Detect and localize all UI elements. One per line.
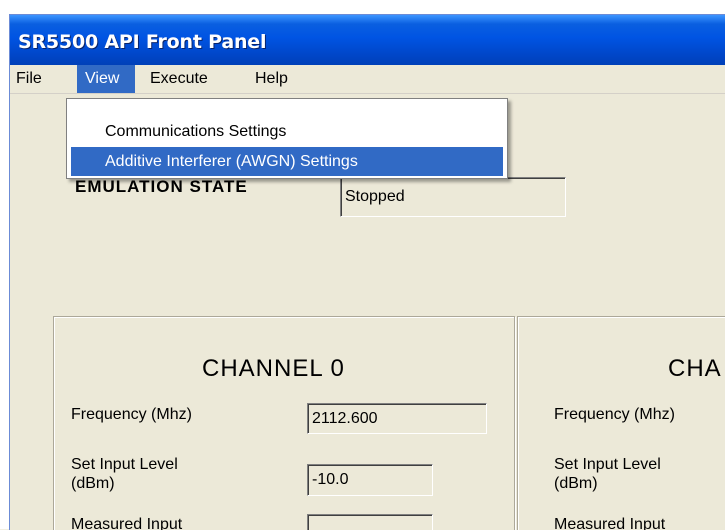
channel-0-measured-input-field — [307, 514, 433, 530]
menu-help[interactable]: Help — [250, 65, 293, 93]
channel-1-input-level-label: Set Input Level (dBm) — [554, 455, 661, 493]
title-bar[interactable]: SR5500 API Front Panel — [10, 15, 725, 65]
menu-bar: File View Execute Help — [10, 65, 725, 94]
channel-0-input-level-label-line2: (dBm) — [71, 475, 115, 492]
menu-execute[interactable]: Execute — [145, 65, 213, 93]
window-title: SR5500 API Front Panel — [18, 31, 267, 53]
channel-0-input-level-value: -10.0 — [312, 471, 349, 488]
channel-1-title: CHA — [668, 355, 722, 382]
channel-1-measured-input-label: Measured Input — [554, 516, 666, 530]
emulation-state-label-text: EMULATION STATE — [75, 177, 248, 196]
menu-file[interactable]: File — [11, 65, 47, 93]
channel-0-group: CHANNEL 0 Frequency (Mhz) 2112.600 Set I… — [53, 316, 515, 530]
channel-0-title: CHANNEL 0 — [202, 355, 345, 382]
emulation-state-label: EMULATION STATE — [75, 177, 305, 203]
channel-1-group: CHA Frequency (Mhz) Set Input Level (dBm… — [517, 316, 725, 530]
emulation-state-value: Stopped — [345, 188, 405, 205]
channel-0-measured-input-label: Measured Input — [71, 516, 183, 530]
channel-0-frequency-label: Frequency (Mhz) — [71, 406, 192, 423]
app-window: SR5500 API Front Panel File View Execute… — [9, 14, 725, 530]
channel-1-input-level-label-line2: (dBm) — [554, 475, 598, 492]
channel-1-input-level-label-line1: Set Input Level — [554, 456, 661, 473]
menu-item-awgn-settings[interactable]: Additive Interferer (AWGN) Settings — [71, 147, 503, 176]
view-menu-dropdown: Communications Settings Additive Interfe… — [66, 98, 508, 179]
channel-0-frequency-field[interactable]: 2112.600 — [307, 403, 487, 434]
channel-0-frequency-value: 2112.600 — [312, 410, 378, 427]
channel-1-frequency-label: Frequency (Mhz) — [554, 406, 675, 423]
menu-view[interactable]: View — [77, 65, 135, 93]
channel-0-input-level-label-line1: Set Input Level — [71, 456, 178, 473]
emulation-state-field: Stopped — [340, 177, 566, 217]
menu-item-communications-settings[interactable]: Communications Settings — [71, 117, 503, 146]
channel-0-input-level-label: Set Input Level (dBm) — [71, 455, 178, 493]
channel-0-input-level-field[interactable]: -10.0 — [307, 464, 433, 496]
